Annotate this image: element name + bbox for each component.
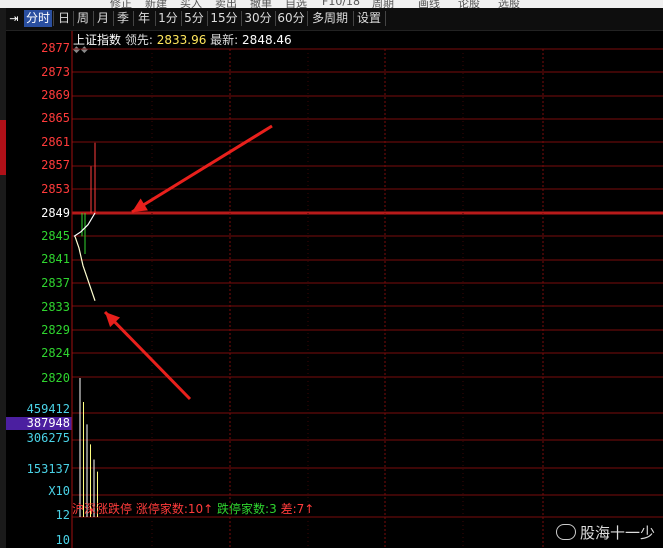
diff-value: 7↑ (296, 502, 315, 516)
status-title: 沪深涨跌停 (72, 502, 133, 516)
down-limit-label: 跌停家数: (217, 502, 270, 516)
intraday-chart[interactable] (0, 0, 663, 548)
watermark-text: 股海十一少 (579, 524, 655, 542)
annotation-arrow (103, 310, 192, 401)
watermark: 股海十一少 (555, 522, 655, 543)
diff-label: 差: (280, 502, 297, 516)
annotation-arrow (131, 124, 273, 214)
up-limit-value: 10↑ (187, 502, 214, 516)
weibo-icon (555, 524, 576, 540)
up-limit-label: 涨停家数: (135, 502, 188, 516)
down-limit-value: 3 (269, 502, 277, 516)
limit-status-bar: 沪深涨跌停 涨停家数:10↑ 跌停家数:3 差:7↑ (72, 500, 314, 517)
